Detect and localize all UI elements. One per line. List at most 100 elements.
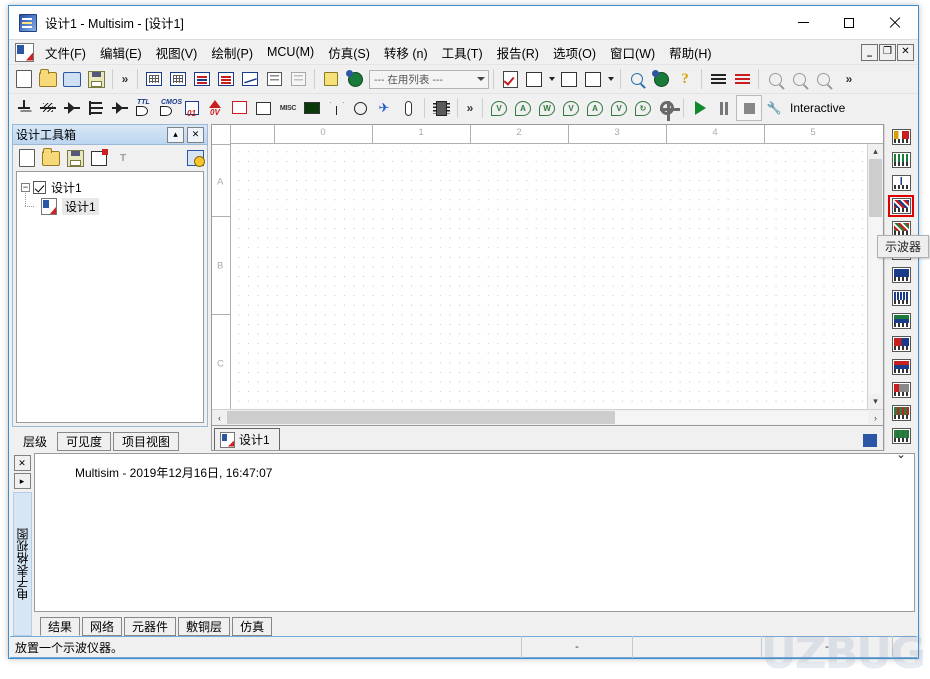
frequency-counter-button[interactable]: [888, 264, 914, 286]
place-connector-button[interactable]: [396, 96, 420, 120]
split-view-icon[interactable]: [863, 434, 877, 447]
menu-mcu[interactable]: MCU(M): [260, 42, 321, 62]
place-diode-button[interactable]: [60, 96, 84, 120]
instruments-overflow-chevron[interactable]: ⌄: [896, 448, 905, 461]
stop-simulation-button[interactable]: [736, 95, 762, 121]
in-use-list-combo[interactable]: --- 在用列表 ---: [369, 69, 489, 89]
place-rf-button[interactable]: [324, 96, 348, 120]
menu-tools[interactable]: 工具(T): [435, 40, 490, 65]
zoom-out-button[interactable]: [787, 67, 811, 91]
annotate-in-button[interactable]: [557, 67, 581, 91]
results-grid[interactable]: Multisim - 2019年12月16日, 16:47:07: [34, 453, 915, 612]
menu-simulate[interactable]: 仿真(S): [321, 40, 377, 65]
database-manager-button[interactable]: [166, 67, 190, 91]
sheet-tab-design1[interactable]: 设计1: [214, 428, 280, 450]
status-resize-grip[interactable]: [892, 636, 917, 658]
menu-transfer[interactable]: 转移 (n): [377, 40, 435, 65]
tab-copper-layers[interactable]: 敷铜层: [178, 617, 231, 636]
tab-components[interactable]: 元器件: [124, 617, 177, 636]
scroll-up-button[interactable]: ▴: [869, 144, 883, 159]
digital-probe-button[interactable]: ↻: [631, 96, 655, 120]
menu-file[interactable]: 文件(F): [38, 40, 93, 65]
place-source-button[interactable]: [12, 96, 36, 120]
hierarchy-button[interactable]: [286, 67, 310, 91]
analysis-graph-button[interactable]: [238, 67, 262, 91]
forward-annotate-button[interactable]: [581, 67, 605, 91]
dock-close-button[interactable]: ✕: [187, 126, 204, 143]
place-electromechanical-button[interactable]: [348, 96, 372, 120]
zoom-area-button[interactable]: [811, 67, 835, 91]
design-tree[interactable]: − 设计1 设计1: [16, 171, 204, 423]
multimeter-button[interactable]: [888, 126, 914, 148]
help-button[interactable]: ?: [673, 67, 697, 91]
new-design-button[interactable]: [15, 146, 39, 170]
referenced-current-probe-button[interactable]: A: [583, 96, 607, 120]
find-button[interactable]: [625, 67, 649, 91]
place-analog-button[interactable]: [108, 96, 132, 120]
vertical-scroll-thumb[interactable]: [869, 159, 882, 217]
back-annotate-dropdown[interactable]: [546, 67, 557, 91]
close-button[interactable]: [872, 6, 918, 39]
tree-row-child[interactable]: 设计1: [21, 193, 199, 216]
wattmeter-button[interactable]: [888, 172, 914, 194]
globe-button[interactable]: [649, 67, 673, 91]
create-component-button[interactable]: [319, 67, 343, 91]
tab-visibility[interactable]: 可见度: [57, 432, 112, 451]
place-power-button[interactable]: [252, 96, 276, 120]
tab-hierarchy[interactable]: 层级: [15, 432, 55, 451]
toolbar-overflow-chevron[interactable]: »: [117, 67, 133, 91]
mdi-minimize-button[interactable]: _: [861, 43, 878, 61]
scroll-down-button[interactable]: ▾: [869, 394, 883, 409]
logic-analyzer-button[interactable]: [888, 333, 914, 355]
run-simulation-button[interactable]: [688, 96, 712, 120]
distortion-analyzer-button[interactable]: [888, 379, 914, 401]
schematic-canvas[interactable]: [231, 144, 867, 409]
new-file-button[interactable]: [12, 67, 36, 91]
interactive-settings-button[interactable]: 🔧: [762, 96, 786, 120]
netlist-button[interactable]: [730, 67, 754, 91]
scroll-left-button[interactable]: ‹: [212, 411, 227, 425]
menu-place[interactable]: 绘制(P): [204, 40, 260, 65]
scroll-right-button[interactable]: ›: [868, 411, 883, 425]
oscilloscope-button[interactable]: [888, 195, 914, 217]
mdi-restore-button[interactable]: ❐: [879, 43, 896, 61]
new-subsheet-button[interactable]: [87, 146, 111, 170]
collapse-expander-icon[interactable]: −: [21, 183, 30, 192]
components-overflow-chevron[interactable]: »: [462, 96, 478, 120]
tree-row-root[interactable]: − 设计1: [21, 178, 199, 197]
tab-project-view[interactable]: 项目视图: [113, 432, 180, 451]
electrical-rules-button[interactable]: [343, 67, 367, 91]
place-advanced-peripherals-button[interactable]: [300, 96, 324, 120]
place-ni-components-button[interactable]: ✈: [372, 96, 396, 120]
component-wizard-button[interactable]: [142, 67, 166, 91]
text-rename-button[interactable]: T: [111, 146, 135, 170]
spreadsheet-expand-button[interactable]: ▸: [13, 473, 31, 489]
horizontal-scrollbar[interactable]: ‹ ›: [212, 409, 883, 425]
menu-edit[interactable]: 编辑(E): [93, 40, 149, 65]
place-cmos-button[interactable]: CMOS: [156, 96, 182, 120]
menu-reports[interactable]: 报告(R): [490, 40, 546, 65]
menu-view[interactable]: 视图(V): [149, 40, 205, 65]
open-sample-button[interactable]: [60, 67, 84, 91]
in-use-list-button[interactable]: [190, 67, 214, 91]
dock-collapse-button[interactable]: ▴: [167, 126, 184, 143]
logic-converter-button[interactable]: [888, 310, 914, 332]
save-button[interactable]: [84, 67, 108, 91]
minimize-button[interactable]: [780, 6, 826, 39]
tab-results[interactable]: 结果: [40, 617, 81, 636]
checkbox-icon[interactable]: [33, 181, 46, 194]
menu-window[interactable]: 窗口(W): [603, 40, 662, 65]
open-design-button[interactable]: [39, 146, 63, 170]
horizontal-scroll-thumb[interactable]: [227, 411, 615, 424]
differential-voltage-probe-button[interactable]: V: [559, 96, 583, 120]
back-annotate-button[interactable]: [522, 67, 546, 91]
history-clock-button[interactable]: [183, 146, 207, 170]
voltage-probe-button[interactable]: V: [487, 96, 511, 120]
bom-button[interactable]: [214, 67, 238, 91]
iv-analyzer-button[interactable]: [888, 356, 914, 378]
spectrum-analyzer-button[interactable]: [888, 402, 914, 424]
place-misc-digital-button[interactable]: 01: [180, 96, 204, 120]
place-misc-button[interactable]: MISC: [276, 96, 300, 120]
zoom-in-button[interactable]: [763, 67, 787, 91]
place-mcu-button[interactable]: [429, 96, 453, 120]
